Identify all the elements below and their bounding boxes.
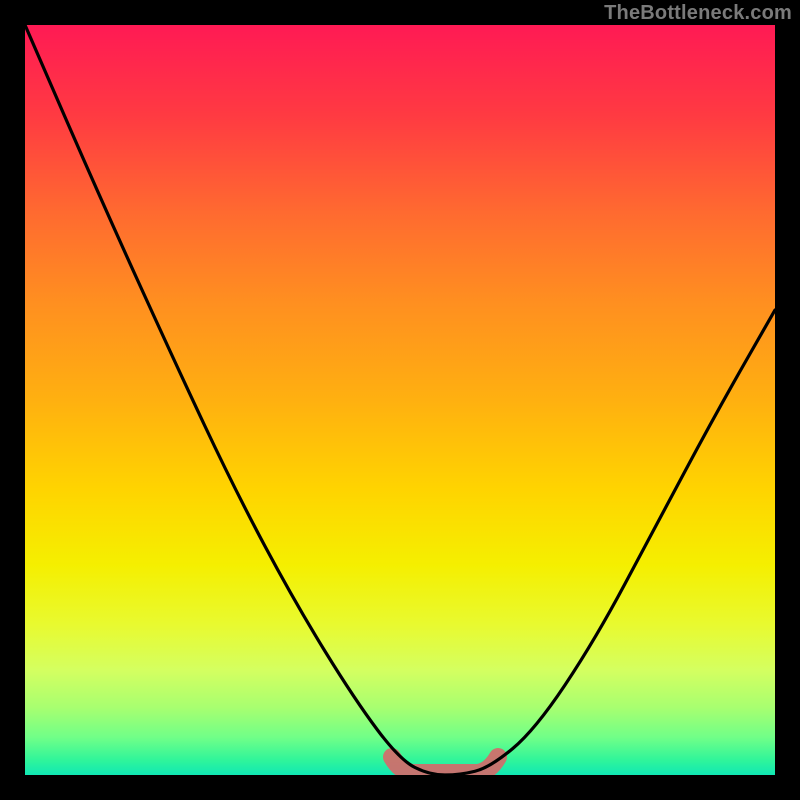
chart-frame: TheBottleneck.com <box>0 0 800 800</box>
bottleneck-curve <box>25 25 775 775</box>
chart-plot-area <box>25 25 775 775</box>
watermark-text: TheBottleneck.com <box>604 2 792 25</box>
